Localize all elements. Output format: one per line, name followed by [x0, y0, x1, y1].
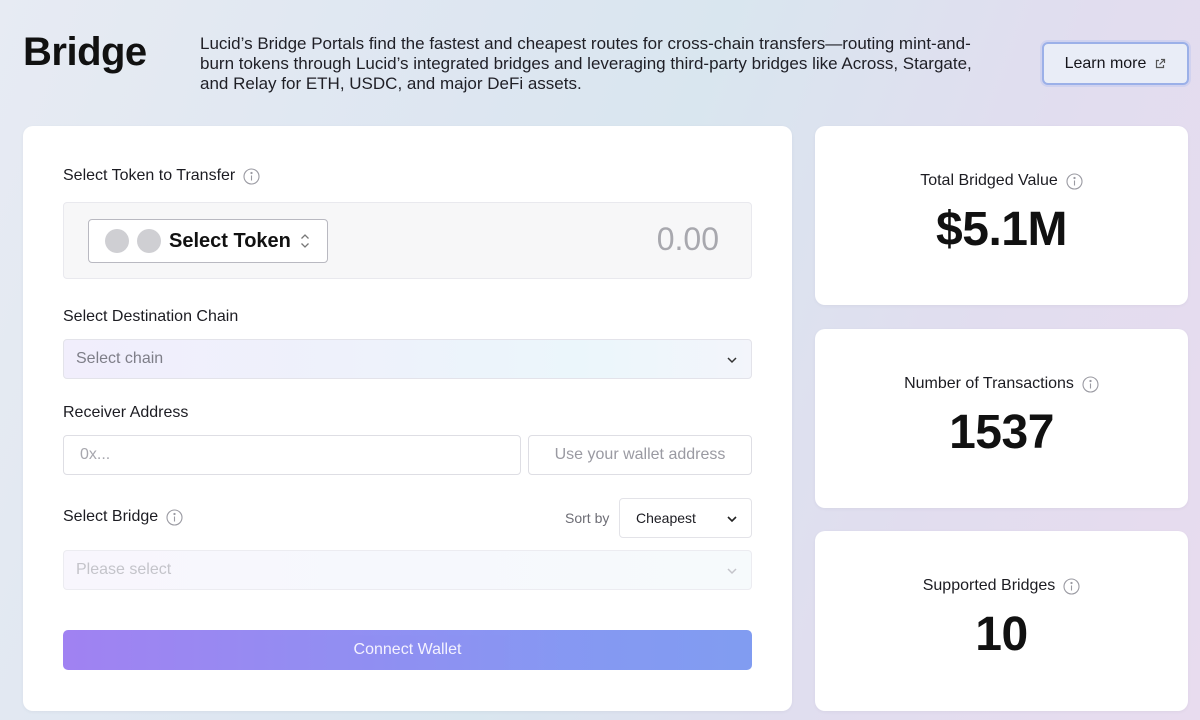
- info-icon[interactable]: [1066, 172, 1083, 190]
- token-select-label: Select Token: [169, 229, 291, 252]
- sort-selected-value: Cheapest: [636, 510, 696, 526]
- stat-label: Number of Transactions: [904, 375, 1074, 392]
- stat-card-supported-bridges: Supported Bridges 10: [815, 531, 1188, 711]
- info-icon[interactable]: [166, 508, 183, 526]
- bridge-select[interactable]: Please select: [63, 550, 752, 590]
- info-icon[interactable]: [1082, 375, 1099, 393]
- sort-select[interactable]: Cheapest: [619, 498, 752, 538]
- stat-label: Supported Bridges: [922, 577, 1056, 594]
- stat-card-total-bridged: Total Bridged Value $5.1M: [815, 126, 1188, 305]
- bridge-placeholder: Please select: [76, 561, 172, 578]
- stat-label: Total Bridged Value: [920, 172, 1058, 189]
- connect-wallet-button[interactable]: Connect Wallet: [63, 630, 752, 670]
- external-link-icon: [1156, 58, 1166, 68]
- destination-placeholder: Select chain: [76, 350, 164, 367]
- destination-label: Select Destination Chain: [63, 308, 239, 325]
- bridge-section-header: Select Bridge: [63, 508, 183, 526]
- sort-by-label: Sort by: [565, 510, 610, 526]
- token-placeholder-icon: [105, 229, 129, 253]
- stat-label-row: Total Bridged Value: [815, 172, 1188, 190]
- stat-value: $5.1M: [936, 203, 1067, 256]
- token-section-label: Select Token to Transfer: [63, 167, 236, 184]
- stat-label-row: Number of Transactions: [815, 375, 1188, 393]
- bridge-section-label: Select Bridge: [63, 508, 159, 525]
- stat-label-row: Supported Bridges: [815, 577, 1188, 595]
- receiver-address-input[interactable]: [63, 435, 521, 475]
- info-icon[interactable]: [1063, 577, 1080, 595]
- receiver-label: Receiver Address: [63, 404, 189, 421]
- page-description: Lucid’s Bridge Portals find the fastest …: [200, 34, 972, 93]
- bridge-form-card: Select Token to Transfer Select Token 0.…: [23, 126, 792, 711]
- chevron-down-icon: [727, 357, 737, 364]
- chain-placeholder-icon: [137, 229, 161, 253]
- updown-chevron-icon: [300, 234, 309, 248]
- stat-card-transactions: Number of Transactions 1537: [815, 329, 1188, 508]
- learn-more-label: Learn more: [1064, 54, 1147, 72]
- learn-more-button[interactable]: Learn more: [1042, 42, 1189, 85]
- info-icon[interactable]: [243, 167, 260, 185]
- amount-input[interactable]: 0.00: [657, 221, 719, 258]
- chevron-down-icon: [727, 516, 737, 523]
- page-title: Bridge: [23, 30, 147, 74]
- destination-chain-select[interactable]: Select chain: [63, 339, 752, 379]
- token-select-button[interactable]: Select Token: [88, 219, 328, 263]
- token-section-header: Select Token to Transfer: [63, 167, 260, 185]
- use-wallet-address-button[interactable]: Use your wallet address: [528, 435, 752, 475]
- chevron-down-icon: [727, 568, 737, 575]
- stat-value: 10: [975, 608, 1028, 661]
- stat-value: 1537: [949, 406, 1054, 459]
- token-amount-box: Select Token 0.00: [63, 202, 752, 279]
